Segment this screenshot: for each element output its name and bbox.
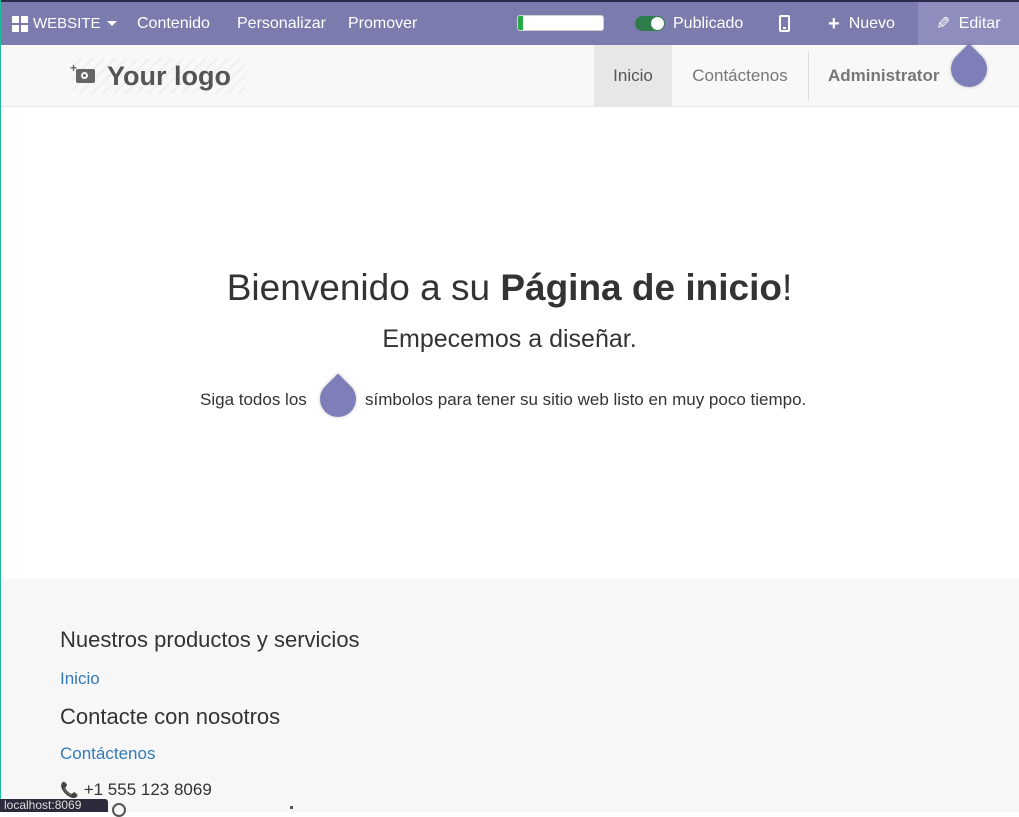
email-icon	[112, 803, 126, 817]
footer-link-contactenos[interactable]: Contáctenos	[60, 744, 155, 764]
website-admin-bar: WEBSITE Contenido Personalizar Promover …	[0, 0, 1019, 45]
new-button-label: Nuevo	[848, 15, 895, 32]
user-menu-administrator[interactable]: Administrator	[828, 45, 939, 106]
camera-plus-icon: +	[70, 61, 95, 83]
phone-icon: 📞	[60, 782, 79, 799]
hint-text-before: Siga todos los	[200, 390, 307, 409]
page-subtitle: Empecemos a diseñar.	[382, 325, 637, 353]
pencil-icon: ✎	[936, 14, 951, 33]
footer-heading-contact: Contacte con nosotros	[60, 704, 281, 729]
publish-label: Publicado	[673, 15, 744, 32]
website-menu-label: WEBSITE	[33, 15, 101, 32]
mobile-phone-icon	[779, 15, 790, 32]
seo-progress-bar	[517, 15, 604, 31]
footer-link-inicio[interactable]: Inicio	[60, 669, 100, 689]
menu-personalizar[interactable]: Personalizar	[237, 2, 326, 45]
site-header: + Your logo Inicio Contáctenos Administr…	[0, 45, 1019, 107]
menu-promover[interactable]: Promover	[348, 2, 417, 45]
footer-heading-products: Nuestros productos y servicios	[60, 627, 360, 652]
menu-contenido[interactable]: Contenido	[137, 2, 210, 45]
hint-droplet-icon	[312, 373, 364, 425]
publish-toggle[interactable]: Publicado	[635, 2, 743, 45]
new-button[interactable]: + Nuevo	[828, 2, 895, 45]
mobile-preview-button[interactable]	[779, 2, 790, 45]
website-menu[interactable]: WEBSITE	[12, 2, 117, 45]
site-footer: Nuestros productos y servicios Inicio Co…	[0, 579, 1019, 817]
edit-button[interactable]: ✎ Editar	[918, 2, 1019, 45]
title-prefix: Bienvenido a su	[226, 267, 501, 308]
logo-text: Your logo	[107, 60, 231, 91]
title-bold: Página de inicio	[500, 267, 782, 308]
browser-status-bar: localhost:8069	[0, 799, 108, 812]
chevron-down-icon	[106, 21, 117, 26]
nav-item-contactenos[interactable]: Contáctenos	[672, 45, 808, 106]
footer-phone-number: +1 555 123 8069	[83, 780, 212, 799]
hint-text-after: símbolos para tener su sitio web listo e…	[365, 390, 807, 409]
progress-fill	[518, 16, 524, 30]
edit-button-label: Editar	[958, 15, 1001, 32]
plus-icon: +	[828, 12, 840, 35]
window-edge	[0, 0, 1, 812]
toggle-switch-icon	[635, 16, 665, 31]
page-title: Bienvenido a su Página de inicio!	[0, 267, 1019, 309]
site-logo[interactable]: + Your logo	[70, 58, 245, 94]
nav-divider	[808, 51, 809, 100]
footer-phone: 📞 +1 555 123 8069	[60, 780, 212, 800]
nav-item-inicio[interactable]: Inicio	[594, 45, 672, 106]
title-suffix: !	[782, 267, 793, 308]
apps-grid-icon	[12, 15, 28, 32]
email-text-fragment	[290, 806, 293, 809]
